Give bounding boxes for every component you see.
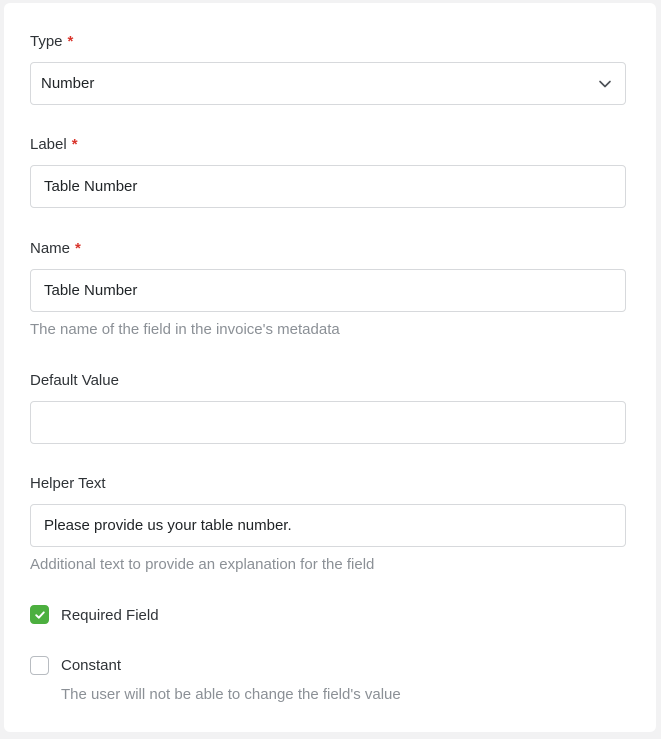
- type-label-text: Type: [30, 33, 63, 50]
- required-asterisk: *: [75, 240, 81, 257]
- label-field-label: Label *: [30, 136, 78, 154]
- label-field-label-text: Label: [30, 136, 67, 153]
- type-select[interactable]: Number: [30, 62, 626, 105]
- name-input[interactable]: [30, 269, 626, 312]
- required-asterisk: *: [67, 33, 74, 50]
- chevron-down-icon: [595, 74, 615, 94]
- field-settings-form: Type* Number Label* Name* The name of th…: [4, 3, 656, 732]
- required-field-label[interactable]: Required Field: [61, 607, 159, 625]
- check-icon: [34, 609, 46, 621]
- constant-checkbox[interactable]: [30, 656, 49, 675]
- type-select-value: Number: [41, 75, 95, 92]
- constant-label[interactable]: Constant: [61, 657, 121, 675]
- helper-text-input[interactable]: [30, 504, 626, 547]
- default-value-input[interactable]: [30, 401, 626, 444]
- required-asterisk: *: [71, 136, 78, 153]
- helper-text-label: Helper Text: [30, 475, 106, 492]
- name-field-label: Name *: [30, 240, 81, 258]
- name-field-label-text: Name: [30, 240, 71, 257]
- type-label: Type *: [30, 33, 73, 51]
- label-input[interactable]: [30, 165, 626, 208]
- default-value-label: Default Value: [30, 372, 119, 389]
- required-field-checkbox[interactable]: [30, 605, 49, 624]
- name-helper-text: The name of the field in the invoice's m…: [30, 321, 340, 338]
- helper-text-description: Additional text to provide an explanatio…: [30, 556, 375, 573]
- constant-helper-text: The user will not be able to change the …: [61, 686, 401, 703]
